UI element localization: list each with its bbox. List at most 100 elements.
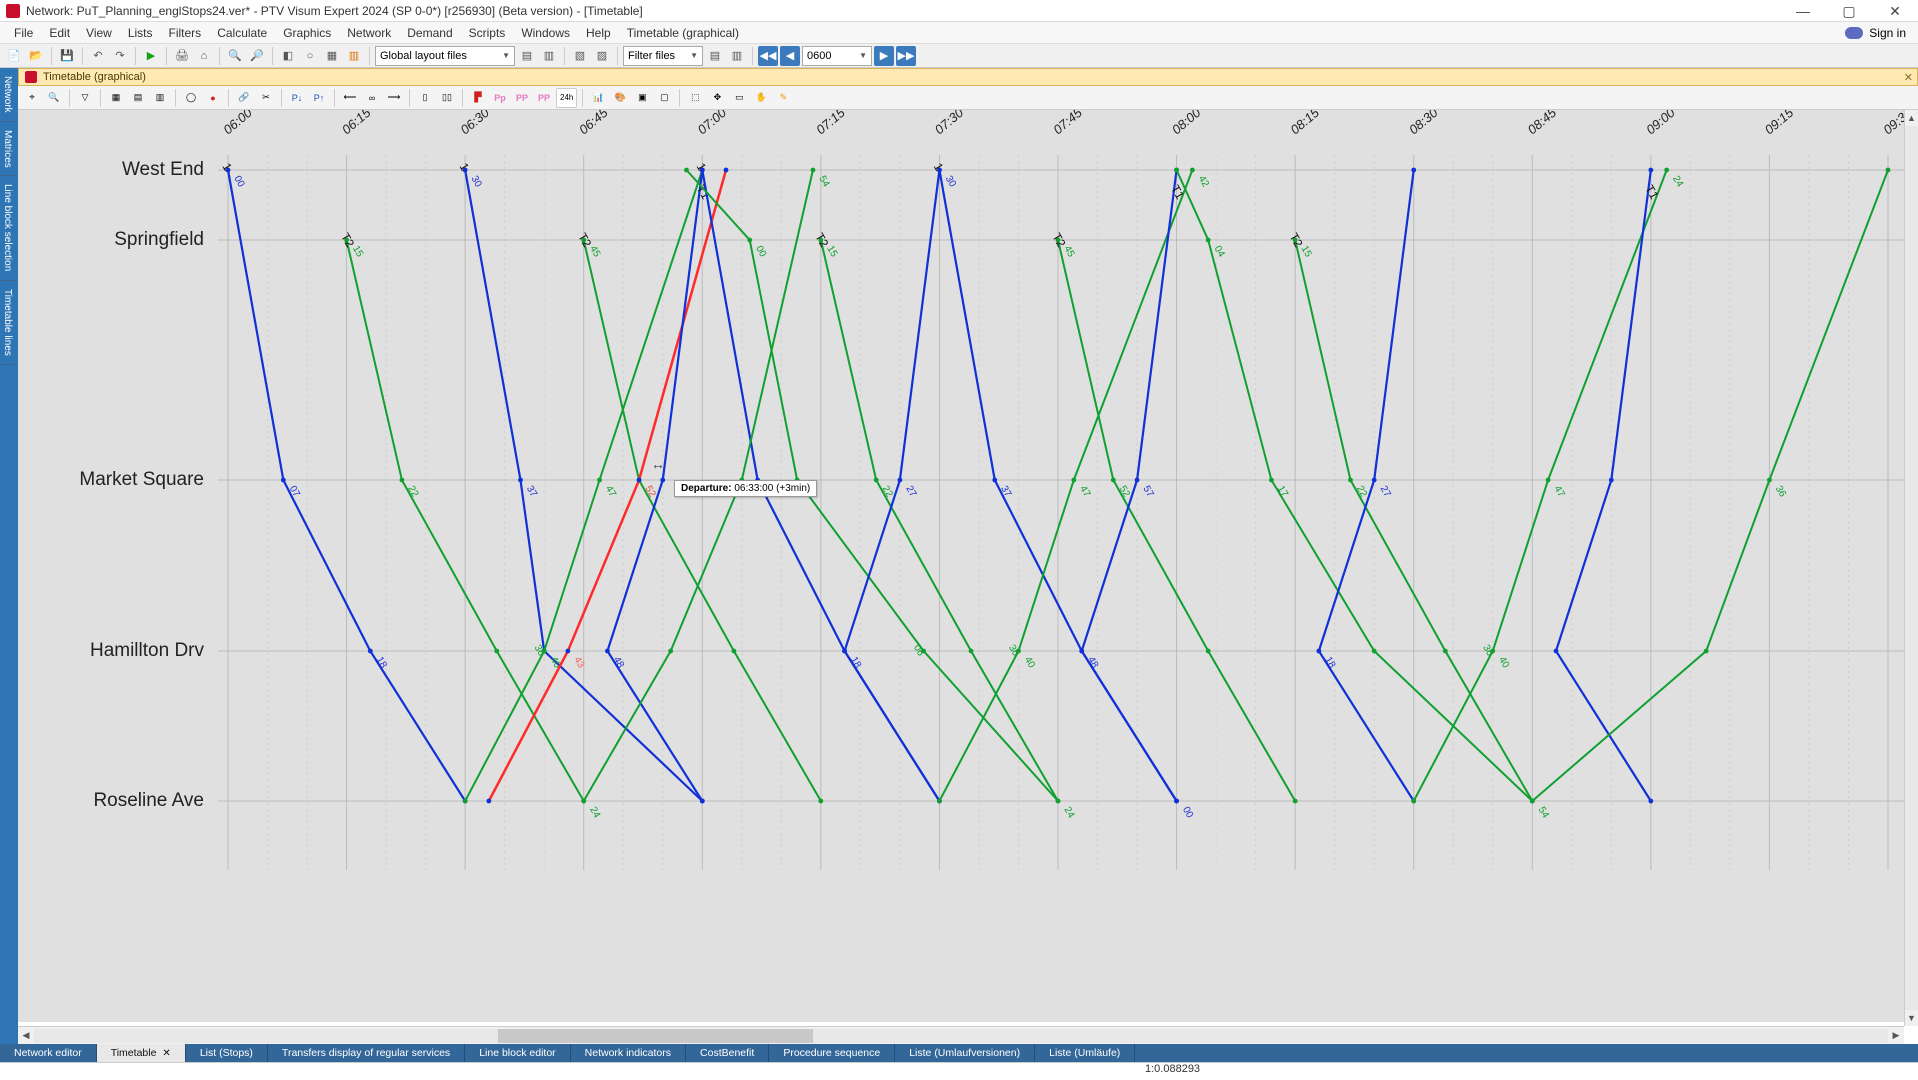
filter-a-icon[interactable]: ▤ (705, 46, 725, 66)
side-tab-line-block[interactable]: Line block selection (0, 176, 15, 280)
chart-area[interactable]: West EndSpringfieldMarket SquareHamillto… (18, 110, 1904, 1022)
layout-1-icon[interactable]: ▤ (517, 46, 537, 66)
gt-palette-icon[interactable]: 🎨 (610, 88, 630, 108)
nav-next-icon[interactable]: ▶ (874, 46, 894, 66)
filter-b-icon[interactable]: ▥ (727, 46, 747, 66)
nav-prev-icon[interactable]: ◀ (780, 46, 800, 66)
side-tab-matrices[interactable]: Matrices (0, 122, 15, 177)
gt-pencil-icon[interactable]: ✎ (773, 88, 793, 108)
menu-demand[interactable]: Demand (399, 24, 460, 42)
redo-icon[interactable]: ↷ (110, 46, 130, 66)
gt-zoom-icon[interactable]: 🔍 (44, 88, 64, 108)
tool-c-icon[interactable]: ▦ (322, 46, 342, 66)
btab-transfers[interactable]: Transfers display of regular services (268, 1044, 465, 1062)
menu-timetable-graphical[interactable]: Timetable (graphical) (619, 24, 747, 42)
zoom-in-icon[interactable]: 🔍 (225, 46, 245, 66)
gt-select-icon[interactable]: ⬚ (685, 88, 705, 108)
menu-view[interactable]: View (78, 24, 120, 42)
btab-close-icon[interactable]: ✕ (162, 1048, 170, 1059)
gt-tool-y-icon[interactable]: ▢ (654, 88, 674, 108)
panel-close-icon[interactable]: ✕ (1904, 71, 1913, 84)
scroll-right-icon[interactable]: ▶ (1888, 1028, 1904, 1044)
menu-network[interactable]: Network (339, 24, 399, 42)
gt-col2-icon[interactable]: ▯▯ (437, 88, 457, 108)
hscroll-track[interactable] (34, 1029, 1888, 1043)
tool-d-icon[interactable]: ▥ (344, 46, 364, 66)
gt-record-icon[interactable]: ● (203, 88, 223, 108)
gt-pp2-icon[interactable]: PP (512, 88, 532, 108)
gt-hand-icon[interactable]: ✋ (751, 88, 771, 108)
btab-umlaeufe[interactable]: Liste (Umläufe) (1035, 1044, 1135, 1062)
btab-umlaufversionen[interactable]: Liste (Umlaufversionen) (895, 1044, 1035, 1062)
menu-lists[interactable]: Lists (120, 24, 161, 42)
vscroll-track[interactable] (1905, 126, 1918, 1010)
menu-calculate[interactable]: Calculate (209, 24, 275, 42)
nav-play-icon[interactable]: ▶▶ (896, 46, 916, 66)
btab-cost-benefit[interactable]: CostBenefit (686, 1044, 769, 1062)
zoom-out-icon[interactable]: 🔎 (247, 46, 267, 66)
btab-list-stops[interactable]: List (Stops) (186, 1044, 268, 1062)
hscroll-thumb[interactable] (498, 1029, 813, 1043)
btab-network-indicators[interactable]: Network indicators (571, 1044, 686, 1062)
gt-link-icon[interactable]: 🔗 (234, 88, 254, 108)
gt-grid3-icon[interactable]: ▥ (150, 88, 170, 108)
btab-network-editor[interactable]: Network editor (0, 1044, 97, 1062)
gt-24h-badge[interactable]: 24h (556, 88, 577, 108)
print-icon[interactable]: 🖨 (172, 46, 192, 66)
tool-b-icon[interactable]: ○ (300, 46, 320, 66)
close-button[interactable]: ✕ (1872, 0, 1918, 22)
menu-graphics[interactable]: Graphics (275, 24, 339, 42)
gt-p-up-icon[interactable]: P↑ (309, 88, 329, 108)
minimize-button[interactable]: — (1780, 0, 1826, 22)
scroll-left-icon[interactable]: ◀ (18, 1028, 34, 1044)
btab-timetable[interactable]: Timetable✕ (97, 1044, 186, 1062)
gt-flag-icon[interactable]: ▛ (468, 88, 488, 108)
timetable-plot[interactable]: 06:0006:1506:3006:4507:0007:1507:3007:45… (218, 110, 1904, 1022)
side-tab-network[interactable]: Network (0, 68, 15, 122)
home-icon[interactable]: ⌂ (194, 46, 214, 66)
menu-edit[interactable]: Edit (41, 24, 78, 42)
run-icon[interactable]: ▶ (141, 46, 161, 66)
side-tab-timetable-lines[interactable]: Timetable lines (0, 281, 15, 365)
save-icon[interactable]: 💾 (57, 46, 77, 66)
maximize-button[interactable]: ▢ (1826, 0, 1872, 22)
gt-filter-icon[interactable]: ▽ (75, 88, 95, 108)
gt-grid1-icon[interactable]: ▦ (106, 88, 126, 108)
menu-scripts[interactable]: Scripts (461, 24, 514, 42)
tool-a-icon[interactable]: ◧ (278, 46, 298, 66)
btab-procedure-seq[interactable]: Procedure sequence (769, 1044, 895, 1062)
menu-help[interactable]: Help (578, 24, 619, 42)
layout-2-icon[interactable]: ▥ (539, 46, 559, 66)
gt-pp3-icon[interactable]: PP (534, 88, 554, 108)
gt-nav-left-icon[interactable]: ⟵ (340, 88, 360, 108)
time-input[interactable]: 0600▼ (802, 46, 872, 66)
menu-filters[interactable]: Filters (161, 24, 210, 42)
gt-grid2-icon[interactable]: ▤ (128, 88, 148, 108)
nav-first-icon[interactable]: ◀◀ (758, 46, 778, 66)
gt-nav-right-icon[interactable]: ⟶ (384, 88, 404, 108)
gt-col1-icon[interactable]: ▯ (415, 88, 435, 108)
menu-file[interactable]: File (6, 24, 41, 42)
gt-pp1-icon[interactable]: Pp (490, 88, 510, 108)
horizontal-scrollbar[interactable]: ◀ ▶ (18, 1026, 1904, 1044)
scroll-up-icon[interactable]: ▲ (1905, 110, 1918, 126)
gt-circle-icon[interactable]: ◯ (181, 88, 201, 108)
vertical-scrollbar[interactable]: ▲ ▼ (1904, 110, 1918, 1026)
menu-windows[interactable]: Windows (513, 24, 578, 42)
gt-stop-icon[interactable]: ▭ (729, 88, 749, 108)
gt-link2-icon[interactable]: ∞ (362, 88, 382, 108)
gt-chart-icon[interactable]: 📊 (588, 88, 608, 108)
gt-tool-x-icon[interactable]: ▣ (632, 88, 652, 108)
gt-pick-icon[interactable]: ✥ (707, 88, 727, 108)
filter-files-combo[interactable]: Filter files▼ (623, 46, 703, 66)
gt-unlink-icon[interactable]: ✂ (256, 88, 276, 108)
gt-p-arrow-icon[interactable]: P↓ (287, 88, 307, 108)
filter-2-icon[interactable]: ▨ (592, 46, 612, 66)
signin-area[interactable]: Sign in (1845, 22, 1906, 44)
new-file-icon[interactable]: 📄 (4, 46, 24, 66)
open-file-icon[interactable]: 📂 (26, 46, 46, 66)
btab-line-block[interactable]: Line block editor (465, 1044, 570, 1062)
scroll-down-icon[interactable]: ▼ (1905, 1010, 1918, 1026)
gt-target-icon[interactable]: ⌖ (22, 88, 42, 108)
undo-icon[interactable]: ↶ (88, 46, 108, 66)
